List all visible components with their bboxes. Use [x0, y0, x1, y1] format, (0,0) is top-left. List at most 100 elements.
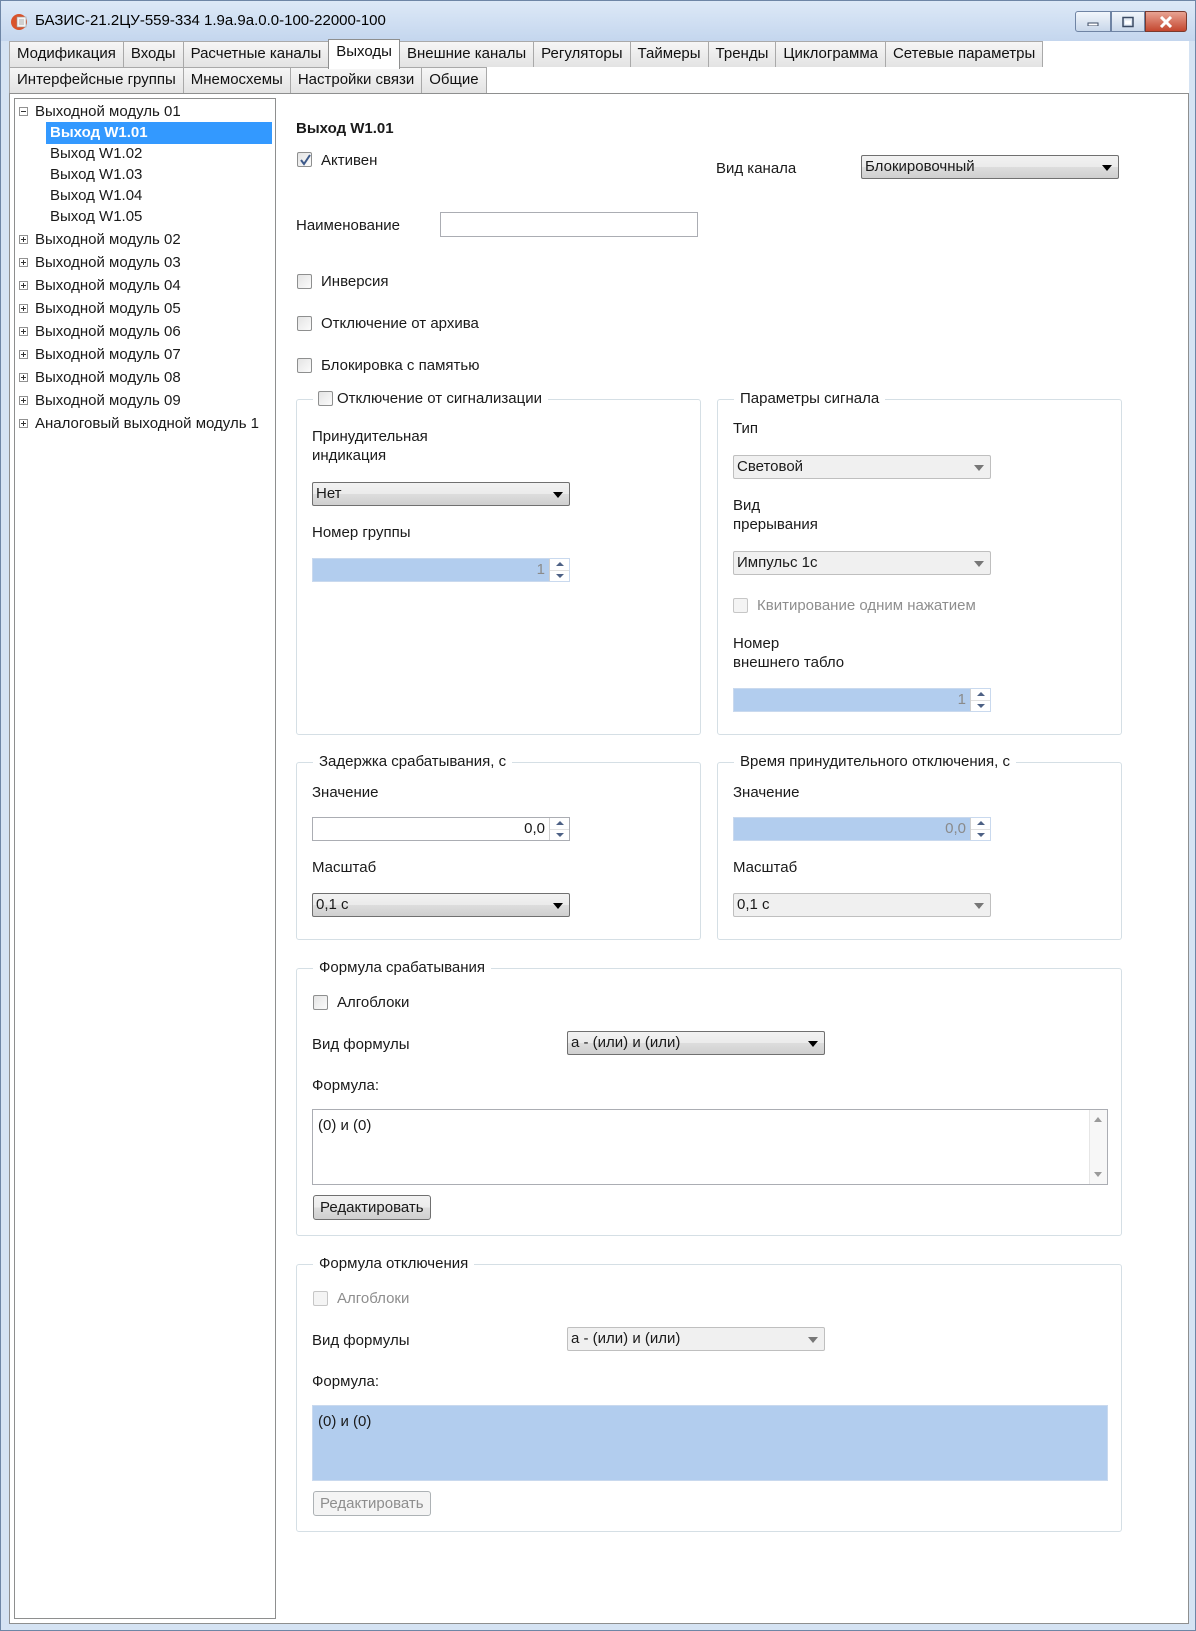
- tree-item-output-w104[interactable]: Выход W1.04: [50, 185, 142, 207]
- dropdown-arrow-icon: [974, 903, 984, 909]
- window-title: БАЗИС-21.2ЦУ-559-334 1.9а.9а.0.0-100-220…: [35, 12, 386, 29]
- minimize-icon: [1087, 22, 1099, 26]
- off-algoblocks-checkbox[interactable]: [313, 1291, 328, 1306]
- spin-up-icon[interactable]: [550, 818, 569, 829]
- off-edit-button[interactable]: Редактировать: [313, 1491, 431, 1516]
- dropdown-arrow-icon: [808, 1041, 818, 1047]
- tab-interface-groups[interactable]: Интерфейсные группы: [9, 67, 184, 93]
- tab-outputs[interactable]: Выходы: [328, 39, 400, 69]
- trigger-formula-type-label: Вид формулы: [312, 1036, 410, 1053]
- tab-calc-channels[interactable]: Расчетные каналы: [182, 41, 330, 67]
- name-input[interactable]: [440, 212, 698, 237]
- tab-regulators[interactable]: Регуляторы: [533, 41, 631, 67]
- maximize-button[interactable]: [1111, 11, 1145, 32]
- tabs-row-2: Интерфейсные группы Мнемосхемы Настройки…: [9, 67, 487, 93]
- tree-item-module-01[interactable]: Выходной модуль 01: [19, 101, 181, 123]
- off-formula-label: Формула:: [312, 1373, 380, 1390]
- spin-down-icon[interactable]: [971, 829, 990, 840]
- trigger-formula-scrollbar[interactable]: [1089, 1110, 1107, 1184]
- off-algoblocks-label: Алгоблоки: [337, 1290, 410, 1307]
- memory-lock-checkbox[interactable]: [297, 358, 312, 373]
- tree-item-module-08[interactable]: Выходной модуль 08: [19, 367, 181, 389]
- trigger-formula-type-dropdown[interactable]: а - (или) и (или): [567, 1031, 825, 1055]
- tab-timers[interactable]: Таймеры: [629, 41, 709, 67]
- dropdown-arrow-icon: [1102, 165, 1112, 171]
- delay-scale-dropdown[interactable]: 0,1 с: [312, 893, 570, 917]
- tree-expand-icon[interactable]: [19, 235, 28, 244]
- group-number-spinner[interactable]: 1: [312, 558, 570, 582]
- tree-item-analog-module-1[interactable]: Аналоговый выходной модуль 1: [19, 413, 259, 435]
- outputs-tree[interactable]: Выходной модуль 01 Выход W1.01 Выход W1.…: [14, 98, 276, 1619]
- tab-trends[interactable]: Тренды: [707, 41, 777, 67]
- tree-item-output-w103[interactable]: Выход W1.03: [50, 164, 142, 186]
- tree-expand-icon[interactable]: [19, 304, 28, 313]
- dropdown-arrow-icon: [808, 1337, 818, 1343]
- tab-external-channels[interactable]: Внешние каналы: [398, 41, 535, 67]
- tab-general[interactable]: Общие: [421, 67, 487, 93]
- tab-inputs[interactable]: Входы: [122, 41, 184, 67]
- tree-item-module-04[interactable]: Выходной модуль 04: [19, 275, 181, 297]
- alarm-disconnect-checkbox[interactable]: [318, 391, 333, 406]
- alarm-disconnect-label: Отключение от сигнализации: [337, 390, 542, 407]
- name-label: Наименование: [296, 217, 400, 234]
- tree-expand-icon[interactable]: [19, 350, 28, 359]
- tab-modification[interactable]: Модификация: [9, 41, 124, 67]
- spin-down-icon[interactable]: [550, 570, 569, 581]
- dropdown-arrow-icon: [553, 492, 563, 498]
- forced-off-scale-dropdown[interactable]: 0,1 с: [733, 893, 991, 917]
- tab-cyclogram[interactable]: Циклограмма: [775, 41, 886, 67]
- tree-item-module-02[interactable]: Выходной модуль 02: [19, 229, 181, 251]
- close-button[interactable]: [1145, 11, 1187, 32]
- external-display-spinner[interactable]: 1: [733, 688, 991, 712]
- inversion-checkbox[interactable]: [297, 274, 312, 289]
- tree-collapse-icon[interactable]: [19, 107, 28, 116]
- checkmark-icon: [300, 154, 311, 166]
- delay-group: Задержка срабатывания, с Значение 0,0 Ма…: [296, 753, 701, 940]
- signal-params-title: Параметры сигнала: [734, 390, 886, 408]
- dropdown-arrow-icon: [974, 561, 984, 567]
- tree-item-output-w105[interactable]: Выход W1.05: [50, 206, 142, 228]
- tree-item-module-06[interactable]: Выходной модуль 06: [19, 321, 181, 343]
- tree-expand-icon[interactable]: [19, 419, 28, 428]
- delay-value-spinner[interactable]: 0,0: [312, 817, 570, 841]
- minimize-button[interactable]: [1075, 11, 1111, 32]
- tab-connection-settings[interactable]: Настройки связи: [289, 67, 423, 93]
- trigger-algoblocks-checkbox[interactable]: [313, 995, 328, 1010]
- tab-network-params[interactable]: Сетевые параметры: [884, 41, 1044, 67]
- single-ack-checkbox[interactable]: [733, 598, 748, 613]
- tree-item-output-w101[interactable]: Выход W1.01: [46, 122, 272, 144]
- archive-off-checkbox[interactable]: [297, 316, 312, 331]
- forced-off-value-spinner[interactable]: 0,0: [733, 817, 991, 841]
- page-title: Выход W1.01: [296, 120, 394, 137]
- tree-expand-icon[interactable]: [19, 327, 28, 336]
- tree-item-output-w102[interactable]: Выход W1.02: [50, 143, 142, 165]
- tree-item-module-05[interactable]: Выходной модуль 05: [19, 298, 181, 320]
- forced-off-value-label: Значение: [733, 784, 800, 801]
- trigger-formula-textarea[interactable]: (0) и (0): [312, 1109, 1108, 1185]
- tree-expand-icon[interactable]: [19, 281, 28, 290]
- spin-up-icon[interactable]: [971, 818, 990, 829]
- tree-expand-icon[interactable]: [19, 258, 28, 267]
- tabs-row-1: Модификация Входы Расчетные каналы Выход…: [9, 39, 1044, 69]
- signal-type-dropdown[interactable]: Световой: [733, 455, 991, 479]
- forced-indication-dropdown[interactable]: Нет: [312, 482, 570, 506]
- active-checkbox[interactable]: [297, 152, 312, 167]
- interrupt-type-dropdown[interactable]: Импульс 1с: [733, 551, 991, 575]
- tree-item-module-09[interactable]: Выходной модуль 09: [19, 390, 181, 412]
- trigger-edit-button[interactable]: Редактировать: [313, 1195, 431, 1220]
- tree-item-module-07[interactable]: Выходной модуль 07: [19, 344, 181, 366]
- tree-expand-icon[interactable]: [19, 396, 28, 405]
- spin-down-icon[interactable]: [550, 829, 569, 840]
- signal-type-label: Тип: [733, 420, 759, 437]
- spin-up-icon[interactable]: [971, 689, 990, 700]
- spin-down-icon[interactable]: [971, 700, 990, 711]
- archive-off-label: Отключение от архива: [321, 315, 479, 332]
- delay-scale-label: Масштаб: [312, 859, 377, 876]
- tab-mnemonic-schemes[interactable]: Мнемосхемы: [182, 67, 291, 93]
- tree-expand-icon[interactable]: [19, 373, 28, 382]
- off-formula-textarea[interactable]: (0) и (0): [312, 1405, 1108, 1481]
- off-formula-type-dropdown[interactable]: а - (или) и (или): [567, 1327, 825, 1351]
- tree-item-module-03[interactable]: Выходной модуль 03: [19, 252, 181, 274]
- channel-type-dropdown[interactable]: Блокировочный: [861, 155, 1119, 179]
- spin-up-icon[interactable]: [550, 559, 569, 570]
